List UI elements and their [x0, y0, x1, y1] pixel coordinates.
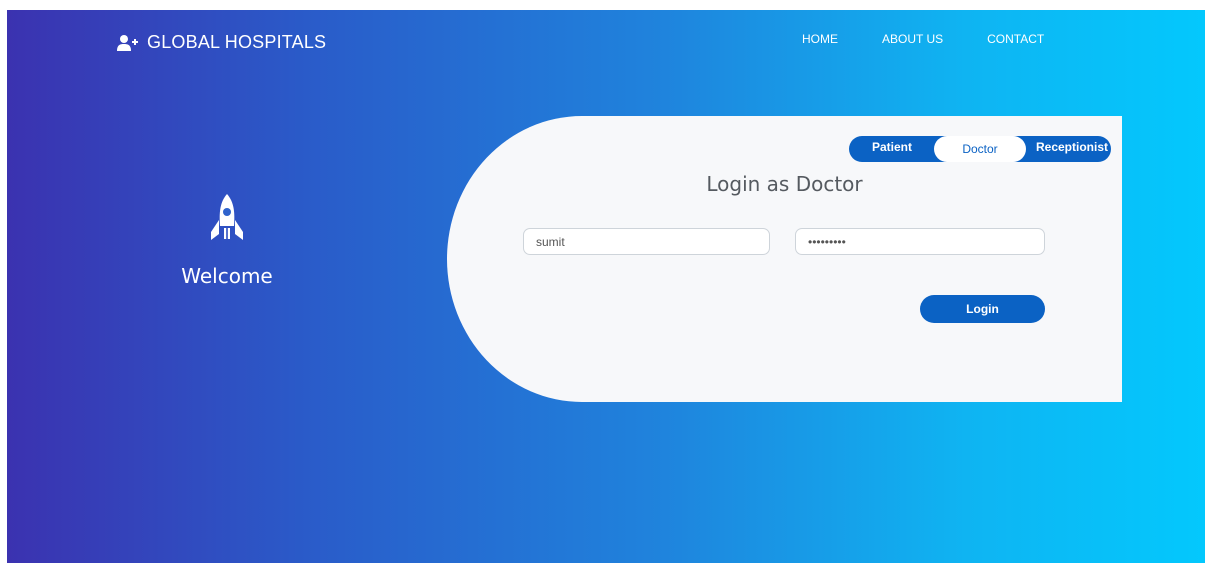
tab-receptionist[interactable]: Receptionist: [1032, 136, 1112, 162]
page-background: GLOBAL HOSPITALS HOME ABOUT US CONTACT W…: [7, 10, 1205, 563]
login-title-text: Login as Doctor: [706, 172, 863, 196]
welcome-panel: Welcome: [167, 192, 287, 288]
login-card: Patient Doctor Receptionist Login as Doc…: [447, 116, 1122, 402]
welcome-text: Welcome: [181, 264, 273, 288]
rocket-icon: [211, 194, 243, 240]
tab-doctor[interactable]: Doctor: [934, 136, 1026, 162]
login-button[interactable]: Login: [920, 295, 1045, 323]
password-field[interactable]: [795, 228, 1045, 255]
nav-about-us[interactable]: ABOUT US: [882, 32, 943, 46]
tab-patient[interactable]: Patient: [867, 136, 917, 162]
nav-home[interactable]: HOME: [802, 32, 838, 46]
user-plus-icon: [117, 34, 138, 51]
brand[interactable]: GLOBAL HOSPITALS: [117, 32, 326, 53]
top-nav: HOME ABOUT US CONTACT: [802, 32, 1088, 46]
login-title: Login as Doctor: [447, 172, 1122, 196]
username-field[interactable]: [523, 228, 770, 255]
role-tabs: Patient Doctor Receptionist: [849, 136, 1111, 162]
nav-contact[interactable]: CONTACT: [987, 32, 1044, 46]
brand-name: GLOBAL HOSPITALS: [147, 32, 327, 52]
